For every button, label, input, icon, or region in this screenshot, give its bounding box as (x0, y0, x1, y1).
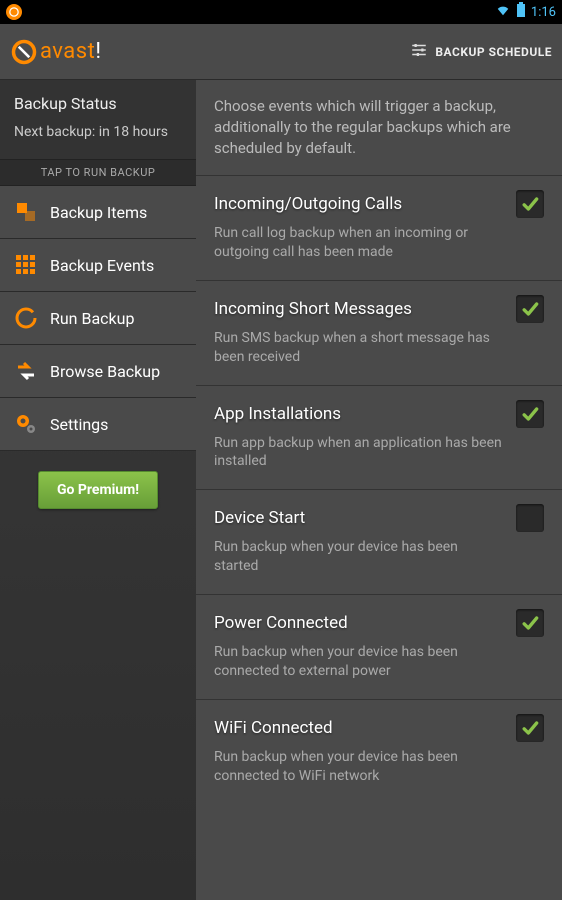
sliders-icon (409, 41, 429, 62)
status-right: 1:16 (495, 2, 556, 22)
sidebar-status[interactable]: Backup Status Next backup: in 18 hours (0, 80, 196, 159)
event-item[interactable]: WiFi Connected Run backup when your devic… (196, 699, 562, 804)
status-bar: 1:16 (0, 0, 562, 24)
event-title: App Installations (214, 404, 341, 424)
status-time: 1:16 (531, 5, 556, 20)
status-left (6, 4, 22, 20)
event-title: WiFi Connected (214, 718, 333, 738)
event-title: Incoming Short Messages (214, 299, 412, 319)
sidebar-item-label: Settings (50, 415, 108, 434)
sidebar-item-backup-items[interactable]: Backup Items (0, 186, 196, 239)
sidebar-item-label: Browse Backup (50, 362, 160, 381)
event-item[interactable]: Device Start Run backup when your device … (196, 489, 562, 594)
event-desc: Run call log backup when an incoming or … (214, 224, 544, 262)
app-bar: avast! BACKUP SCHEDULE (0, 24, 562, 80)
event-title: Power Connected (214, 613, 348, 633)
event-item[interactable]: App Installations Run app backup when an … (196, 385, 562, 490)
event-checkbox[interactable] (516, 714, 544, 742)
sidebar-item-label: Run Backup (50, 309, 134, 328)
event-checkbox[interactable] (516, 190, 544, 218)
event-checkbox[interactable] (516, 504, 544, 532)
tap-to-run-label: TAP TO RUN BACKUP (0, 159, 196, 186)
backup-items-icon (14, 200, 38, 224)
backup-events-icon (14, 253, 38, 277)
go-premium-label: Go Premium! (57, 482, 139, 498)
backup-status-title: Backup Status (14, 94, 182, 113)
sidebar-item-label: Backup Events (50, 256, 154, 275)
main: Backup Status Next backup: in 18 hours T… (0, 80, 562, 900)
wifi-icon (495, 3, 511, 21)
run-backup-icon (14, 306, 38, 330)
event-desc: Run backup when your device has been con… (214, 748, 544, 786)
event-title: Device Start (214, 508, 305, 528)
event-desc: Run backup when your device has been con… (214, 643, 544, 681)
battery-icon (516, 2, 526, 22)
sidebar-item-backup-events[interactable]: Backup Events (0, 239, 196, 292)
go-premium-button[interactable]: Go Premium! (38, 471, 158, 509)
event-checkbox[interactable] (516, 400, 544, 428)
sidebar-item-settings[interactable]: Settings (0, 398, 196, 451)
event-item[interactable]: Incoming Short Messages Run SMS backup wh… (196, 280, 562, 385)
event-item[interactable]: Power Connected Run backup when your devi… (196, 594, 562, 699)
sidebar: Backup Status Next backup: in 18 hours T… (0, 80, 196, 900)
sidebar-item-browse-backup[interactable]: Browse Backup (0, 345, 196, 398)
sidebar-item-label: Backup Items (50, 203, 147, 222)
logo-text: avast! (40, 39, 102, 64)
content-intro: Choose events which will trigger a backu… (196, 80, 562, 175)
content[interactable]: Choose events which will trigger a backu… (196, 80, 562, 900)
settings-icon (14, 412, 38, 436)
backup-schedule-button[interactable]: BACKUP SCHEDULE (409, 41, 552, 62)
event-desc: Run app backup when an application has b… (214, 434, 544, 472)
next-backup-text: Next backup: in 18 hours (14, 123, 182, 141)
avast-notification-icon (6, 4, 22, 20)
backup-schedule-label: BACKUP SCHEDULE (435, 45, 552, 59)
sidebar-item-run-backup[interactable]: Run Backup (0, 292, 196, 345)
event-desc: Run backup when your device has been sta… (214, 538, 544, 576)
event-checkbox[interactable] (516, 295, 544, 323)
app-logo: avast! (10, 38, 102, 66)
browse-backup-icon (14, 359, 38, 383)
event-title: Incoming/Outgoing Calls (214, 194, 402, 214)
avast-logo-icon (10, 38, 38, 66)
event-checkbox[interactable] (516, 609, 544, 637)
event-desc: Run SMS backup when a short message has … (214, 329, 544, 367)
event-item[interactable]: Incoming/Outgoing Calls Run call log back… (196, 175, 562, 280)
